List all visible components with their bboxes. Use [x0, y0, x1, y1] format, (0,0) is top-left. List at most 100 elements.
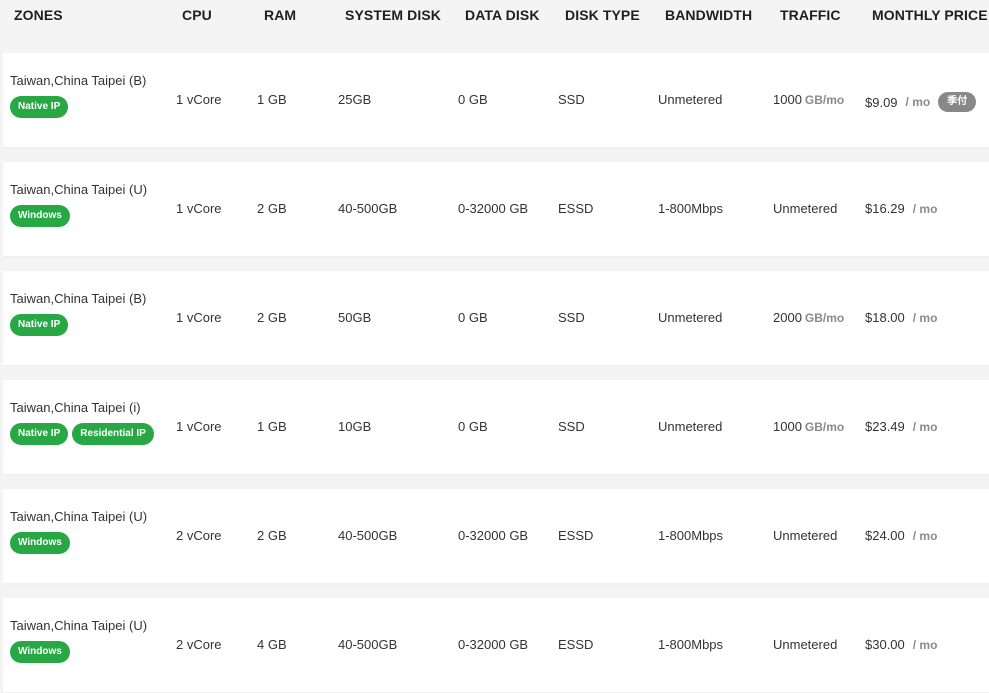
- price-unit: / mo: [912, 528, 938, 543]
- zone-name: Taiwan,China Taipei (U): [10, 182, 148, 197]
- header-data-disk[interactable]: DATA DISK: [465, 7, 540, 23]
- feature-tag: Native IP: [10, 314, 69, 336]
- zone-tags: Windows: [10, 641, 70, 663]
- zone-name: Taiwan,China Taipei (B): [10, 291, 147, 306]
- ram-value: 1 GB: [257, 419, 287, 434]
- price-amount: $16.29: [865, 201, 905, 216]
- header-disk-type[interactable]: DISK TYPE: [565, 7, 640, 23]
- traffic-amount: Unmetered: [773, 528, 838, 543]
- zone-tags: Native IP Residential IP: [10, 423, 154, 445]
- header-ram[interactable]: RAM: [264, 7, 296, 23]
- disk-type-value: SSD: [558, 310, 585, 325]
- price-amount: $30.00: [865, 637, 905, 652]
- traffic-value: 2000 GB/mo: [773, 310, 844, 325]
- table-row[interactable]: Taiwan,China Taipei (B) Native IP 1 vCore 1…: [3, 53, 989, 147]
- traffic-value: Unmetered: [773, 201, 837, 216]
- traffic-amount: Unmetered: [773, 201, 838, 216]
- price-unit: / mo: [912, 310, 938, 325]
- ram-value: 2 GB: [257, 201, 287, 216]
- system-disk-value: 40-500GB: [338, 637, 398, 652]
- monthly-price: $23.49 / mo: [865, 419, 937, 434]
- header-traffic[interactable]: TRAFFIC: [780, 7, 841, 23]
- zone-name: Taiwan,China Taipei (i): [10, 400, 141, 415]
- billing-badge: 季付: [938, 92, 977, 112]
- traffic-unit: GB/mo: [804, 420, 845, 434]
- monthly-price: $24.00 / mo: [865, 528, 937, 543]
- data-disk-value: 0-32000 GB: [458, 637, 529, 652]
- ram-value: 2 GB: [257, 528, 287, 543]
- monthly-price: $16.29 / mo: [865, 201, 937, 216]
- feature-tag: Windows: [10, 532, 70, 554]
- data-disk-value: 0-32000 GB: [458, 528, 529, 543]
- zone-tags: Windows: [10, 205, 70, 227]
- cpu-value: 1 vCore: [176, 310, 222, 325]
- bandwidth-value: 1-800Mbps: [658, 201, 724, 216]
- traffic-value: 1000 GB/mo: [773, 92, 844, 107]
- system-disk-value: 50GB: [338, 310, 372, 325]
- zone-name: Taiwan,China Taipei (U): [10, 618, 148, 633]
- table-row[interactable]: Taiwan,China Taipei (U) Windows 1 vCore 2 G…: [3, 162, 989, 256]
- header-system-disk[interactable]: SYSTEM DISK: [345, 7, 441, 23]
- price-amount: $23.49: [865, 419, 905, 434]
- table-row[interactable]: Taiwan,China Taipei (B) Native IP 1 vCore 2…: [3, 271, 989, 365]
- feature-tag: Windows: [10, 205, 70, 227]
- feature-tag: Windows: [10, 641, 70, 663]
- disk-type-value: ESSD: [558, 528, 594, 543]
- disk-type-value: ESSD: [558, 637, 594, 652]
- disk-type-value: ESSD: [558, 201, 594, 216]
- ram-value: 4 GB: [257, 637, 287, 652]
- cpu-value: 1 vCore: [176, 419, 222, 434]
- price-unit: / mo: [912, 637, 938, 652]
- header-monthly-price[interactable]: MONTHLY PRICE: [872, 7, 988, 23]
- cpu-value: 1 vCore: [176, 201, 222, 216]
- system-disk-value: 10GB: [338, 419, 372, 434]
- traffic-unit: GB/mo: [804, 311, 845, 325]
- data-disk-value: 0 GB: [458, 92, 488, 107]
- cpu-value: 2 vCore: [176, 528, 222, 543]
- zone-tags: Native IP: [10, 314, 69, 336]
- header-cpu[interactable]: CPU: [182, 7, 212, 23]
- table-row[interactable]: Taiwan,China Taipei (U) Windows 2 vCore 2 G…: [3, 489, 989, 583]
- feature-tag: Native IP: [10, 96, 69, 118]
- zone-tags: Windows: [10, 532, 70, 554]
- bandwidth-value: 1-800Mbps: [658, 528, 724, 543]
- cpu-value: 2 vCore: [176, 637, 222, 652]
- traffic-value: Unmetered: [773, 637, 837, 652]
- price-amount: $24.00: [865, 528, 905, 543]
- bandwidth-value: Unmetered: [658, 310, 723, 325]
- data-disk-value: 0-32000 GB: [458, 201, 529, 216]
- monthly-price: $18.00 / mo: [865, 310, 937, 325]
- zone-name: Taiwan,China Taipei (U): [10, 509, 148, 524]
- traffic-amount: 2000: [773, 310, 802, 325]
- header-bandwidth[interactable]: BANDWIDTH: [665, 7, 752, 23]
- system-disk-value: 40-500GB: [338, 201, 398, 216]
- data-disk-value: 0 GB: [458, 310, 488, 325]
- data-disk-value: 0 GB: [458, 419, 488, 434]
- bandwidth-value: Unmetered: [658, 419, 723, 434]
- feature-tag: Residential IP: [72, 423, 154, 445]
- disk-type-value: SSD: [558, 92, 585, 107]
- monthly-price: $30.00 / mo: [865, 637, 937, 652]
- zone-tags: Native IP: [10, 96, 69, 118]
- traffic-value: 1000 GB/mo: [773, 419, 844, 434]
- cpu-value: 1 vCore: [176, 92, 222, 107]
- traffic-unit: GB/mo: [804, 93, 845, 107]
- disk-type-value: SSD: [558, 419, 585, 434]
- header-zones[interactable]: ZONES: [14, 7, 63, 23]
- table-header: ZONES CPU RAM SYSTEM DISK DATA DISK DISK…: [0, 0, 989, 34]
- ram-value: 1 GB: [257, 92, 287, 107]
- price-amount: $18.00: [865, 310, 905, 325]
- ram-value: 2 GB: [257, 310, 287, 325]
- system-disk-value: 25GB: [338, 92, 372, 107]
- traffic-amount: Unmetered: [773, 637, 838, 652]
- system-disk-value: 40-500GB: [338, 528, 398, 543]
- price-unit: / mo: [912, 419, 938, 434]
- table-row[interactable]: Taiwan,China Taipei (U) Windows 2 vCore 4 G…: [3, 598, 989, 692]
- price-amount: $9.09: [865, 94, 898, 110]
- pricing-table: ZONES CPU RAM SYSTEM DISK DATA DISK DISK…: [0, 0, 989, 693]
- table-row[interactable]: Taiwan,China Taipei (i) Native IP Resident…: [3, 380, 989, 474]
- price-unit: / mo: [905, 95, 931, 109]
- bandwidth-value: Unmetered: [658, 92, 723, 107]
- feature-tag: Native IP: [10, 423, 69, 445]
- traffic-value: Unmetered: [773, 528, 837, 543]
